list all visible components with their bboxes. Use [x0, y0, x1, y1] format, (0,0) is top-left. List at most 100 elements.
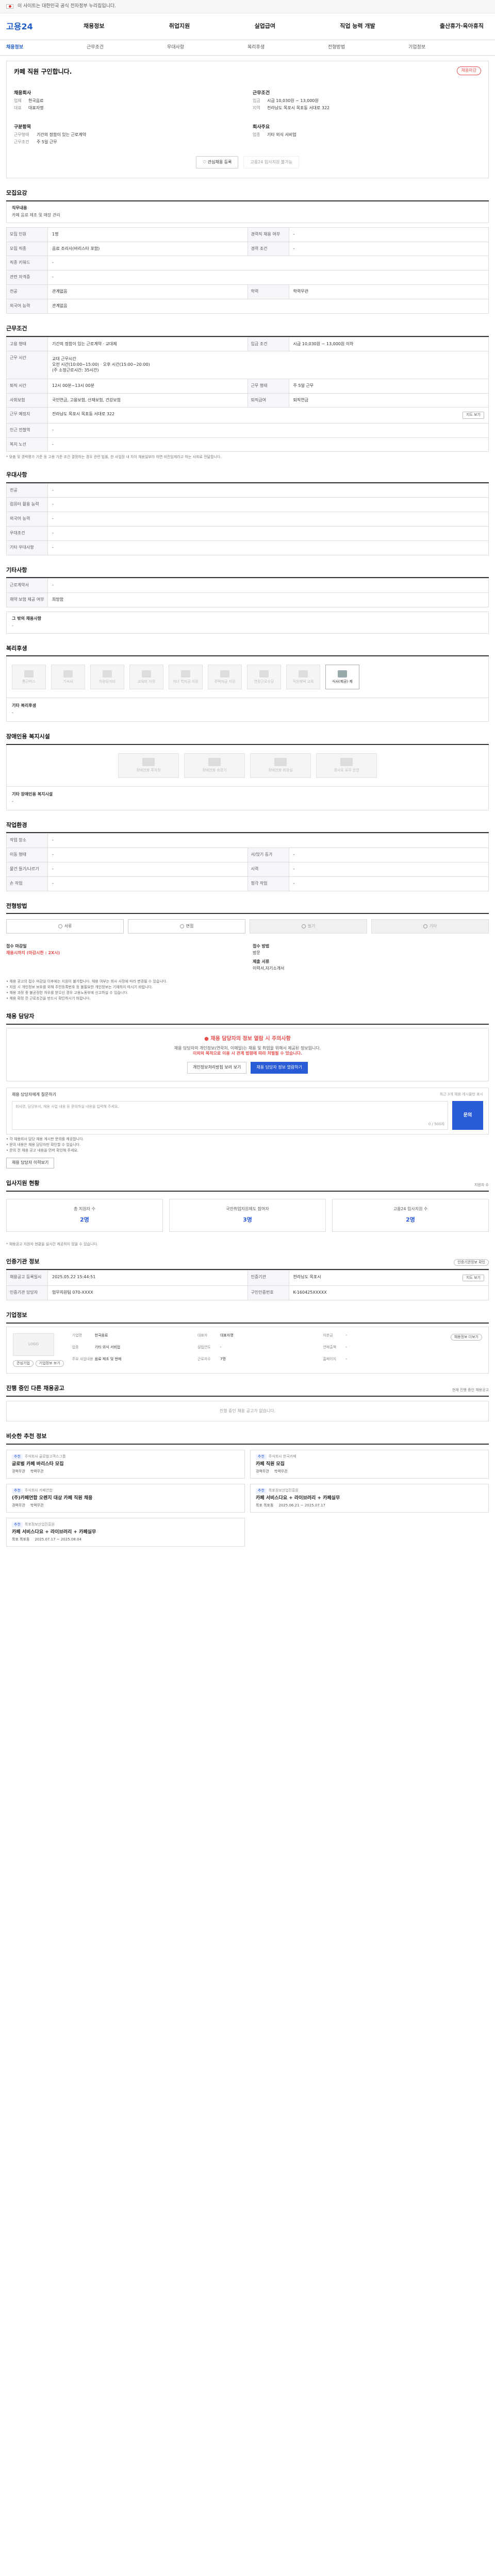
cell-key: 인증기관	[248, 1270, 289, 1286]
rec-badge: 추천	[12, 1522, 23, 1528]
apply-disabled-button[interactable]: 고용24 입사지원 불가능	[243, 156, 299, 169]
tab-selection[interactable]: 전형방법	[328, 44, 408, 50]
site-logo[interactable]: 고용24	[6, 21, 84, 32]
cell-value: 학력무관	[289, 285, 489, 299]
agency-map-button[interactable]: 지도 보기	[463, 1274, 484, 1282]
workplace-address: 전라남도 목포시 목포동 서대로 322	[52, 412, 115, 417]
cell-value: -	[289, 227, 489, 242]
welfare-title: 복리후생	[6, 645, 489, 657]
check-icon	[179, 924, 184, 929]
welfare-item-active: 식사(제공) 제	[325, 665, 359, 690]
ov-label: 업체	[14, 98, 22, 104]
cell-key: 복지 노선	[7, 437, 48, 452]
rec-card[interactable]: 추천 주식회사 카페연합 (주)카페연합 오렌지 대상 카페 직원 채용 경력무관…	[6, 1484, 245, 1513]
rec-meta: 목포 목포동	[12, 1537, 30, 1541]
cell-value: -	[48, 483, 489, 498]
note-item: 지원 시 개인정보 보호를 위해 주민등록번호 등 불필요한 개인정보는 기재하…	[6, 985, 489, 990]
cell-value: -	[48, 512, 489, 526]
manager-warning: ● 채용 담당자의 정보 열람 시 주의사항 채용 담당자의 개인정보(연락처,…	[6, 1028, 489, 1082]
cell-value: 음료 조리사(바리스타 포함)	[48, 242, 248, 256]
duty-title: 직무내용	[12, 206, 27, 211]
question-placeholder: 회사명, 담당부서, 채용 사업 내용 등 문의하실 내용을 입력해 주세요.	[15, 1104, 119, 1109]
ov-value: 시급 10,030원 ~ 13,000원	[267, 98, 319, 104]
cell-value: -	[48, 579, 489, 593]
cell-value: 교대 근무시간 오전 시간(10:00~15:00) · 오후 시간(15:00…	[48, 351, 489, 379]
cell-value: 1명	[48, 227, 248, 242]
disability-icons: 장애인용 주차장 장애인용 승강기 장애인용 화장실 경사로 유무 안전	[6, 744, 489, 787]
cell-key: 인근 전철역	[7, 423, 48, 437]
fav-company-button[interactable]: 관심기업	[13, 1360, 34, 1367]
gnb-leave[interactable]: 출산휴가·육아휴직	[440, 23, 484, 30]
send-question-button[interactable]: 문의	[452, 1100, 483, 1130]
stat-online: 고용24 입사지원 수 2명	[332, 1199, 489, 1232]
favorite-button[interactable]: ♡ 관심채용 등록	[196, 156, 239, 169]
cell-value: 업무지원팀 070-XXXX	[48, 1286, 248, 1300]
warning-body-1: 채용 담당자의 개인정보(연락처, 이메일)는 채용 및 취업을 위해서 제공된…	[174, 1045, 321, 1050]
reg-info-pill[interactable]: 인증기관정보 확인	[454, 1259, 489, 1266]
cell-value: 12시 00분~13시 00분	[48, 379, 248, 393]
disability-label: 경사로 유무 안전	[334, 768, 359, 773]
gnb-jobs[interactable]: 채용정보	[84, 23, 104, 30]
rec-title: 글로벌 카페 바리스타 모집	[12, 1461, 64, 1467]
rec-card[interactable]: 추천 목포정보산업진흥원 카페 서비스다요 + 라이브러리 + 카페실무 목포 목…	[250, 1484, 489, 1513]
tab-recruit[interactable]: 채용정보	[6, 44, 87, 50]
step-label: 필기	[307, 923, 316, 928]
conditions-table: 고용 형태 기간의 정함이 있는 근로계약 · 교대제 임금 조건 시급 10,030…	[6, 336, 489, 452]
disability-item: 장애인용 주차장	[118, 753, 179, 778]
ov-value: 한국음료	[28, 98, 44, 104]
rec-company: 주식회사 골로벌고객스그룹	[24, 1454, 66, 1459]
site-header: 고용24 채용정보 취업지원 실업급여 직업 능력 개발 출산휴가·육아휴직	[0, 13, 495, 40]
welfare-section: 복리후생 통근버스 기숙사 차량유지비 교육비 지원 자녀 학자금 지원 주택자…	[6, 645, 489, 722]
char-count: 0 / 500자	[428, 1122, 444, 1127]
disability-item: 장애인용 화장실	[250, 753, 311, 778]
step-label: 면접	[186, 923, 194, 928]
company-value: 음료 제조 및 판매	[94, 1357, 122, 1362]
view-manager-button[interactable]: 채용 담당자 정보 열람하기	[251, 1062, 308, 1074]
warning-title: ● 채용 담당자의 정보 열람 시 주의사항	[14, 1036, 481, 1043]
company-info-button[interactable]: 기업정보 보기	[35, 1360, 64, 1367]
tab-welfare[interactable]: 복리후생	[248, 44, 328, 50]
company-value: 대표자명	[220, 1333, 234, 1338]
disability-other: 기타 장애인용 복지시설 -	[6, 786, 489, 810]
tab-company[interactable]: 기업정보	[408, 44, 489, 50]
duty-body: 카페 음료 제조 및 매장 관리	[12, 213, 60, 218]
welfare-label: 교육비 지원	[137, 679, 156, 684]
apply-status-note: * 채용공고 지원자 현황을 실시간 제공하지 않을 수 있습니다.	[6, 1242, 98, 1246]
other-jobs-title: 진행 중인 다른 채용공고	[6, 1385, 64, 1392]
ov-label: 대표	[14, 106, 22, 111]
tab-conditions[interactable]: 근무조건	[87, 44, 167, 50]
rec-meta: 학력무관	[30, 1503, 44, 1507]
work-env-title: 작업환경	[6, 822, 489, 834]
cell-key: 손 작업	[7, 876, 48, 891]
rec-meta: 경력무관	[12, 1503, 25, 1507]
cell-key: 퇴직 시간	[7, 379, 48, 393]
company-logo: LOGO	[13, 1333, 54, 1357]
map-button[interactable]: 지도 보기	[463, 412, 484, 419]
more-jobs-button[interactable]: 채용정보 더보기	[450, 1334, 482, 1341]
question-input[interactable]: 회사명, 담당부서, 채용 사업 내용 등 문의하실 내용을 입력해 주세요. 0…	[12, 1100, 448, 1130]
other-jobs-section: 진행 중인 다른 채용공고 현재 진행 중인 채용공고 진행 중인 채용 공고가…	[6, 1385, 489, 1422]
stat-label: 국민취업지원제도 참여자	[226, 1207, 269, 1212]
duty-box: 직무내용 카페 음료 제조 및 매장 관리	[6, 201, 489, 223]
ov-label: 근무형태	[14, 132, 29, 138]
question-label: 채용 담당자에게 질문하기	[12, 1092, 57, 1097]
cell-key: 작업 장소	[7, 834, 48, 848]
company-value: -	[345, 1357, 347, 1362]
tab-preferences[interactable]: 우대사항	[167, 44, 248, 50]
rec-card[interactable]: 추천 주식회사 골로벌고객스그룹 글로벌 카페 바리스타 모집 경력무관 학력무관	[6, 1450, 245, 1479]
gnb-unemployment[interactable]: 실업급여	[254, 23, 275, 30]
cell-key: 청각 작업	[248, 876, 289, 891]
cell-value: -	[48, 498, 489, 512]
rec-card[interactable]: 추천 목포정보산업진흥원 카페 서비스다요 + 라이브러리 + 카페실무 목포 목…	[6, 1518, 245, 1547]
company-value: -	[345, 1345, 347, 1350]
overview-type-head: 구분항목	[14, 124, 31, 130]
gnb-support[interactable]: 취업지원	[169, 23, 190, 30]
welfare-other: 기타 복리후생 -	[6, 698, 489, 722]
cell-key: 우대조건	[7, 527, 48, 540]
other-jobs-empty: 진행 중인 채용 공고가 없습니다.	[6, 1401, 489, 1422]
manager-history-button[interactable]: 채용 담당자 이력보기	[6, 1158, 55, 1169]
privacy-policy-button[interactable]: 개인정보처리방침 보러 보기	[187, 1062, 247, 1074]
rec-card[interactable]: 추천 주식회사 한국카페 카페 직원 모집 경력무관 학력무관	[250, 1450, 489, 1479]
disability-section: 장애인용 복지시설 장애인용 주차장 장애인용 승강기 장애인용 화장실 경사로…	[6, 733, 489, 810]
gnb-training[interactable]: 직업 능력 개발	[340, 23, 375, 30]
